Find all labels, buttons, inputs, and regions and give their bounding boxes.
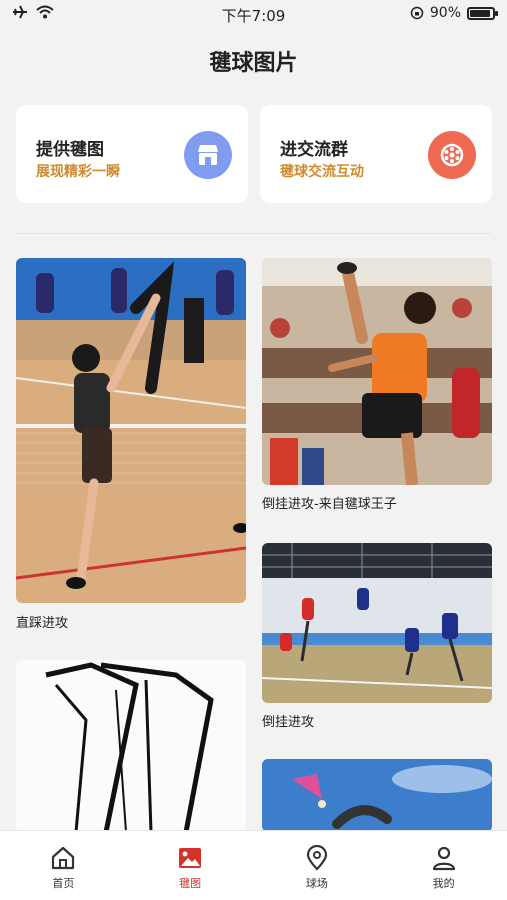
user-icon bbox=[432, 846, 455, 871]
store-icon bbox=[184, 131, 232, 179]
tab-home[interactable]: 首页 bbox=[0, 831, 127, 900]
group-icon bbox=[428, 131, 476, 179]
join-group-card[interactable]: 进交流群 毽球交流互动 bbox=[260, 105, 492, 203]
card-subtitle: 毽球交流互动 bbox=[280, 164, 364, 180]
divider bbox=[16, 233, 491, 234]
photo-overhead-attack[interactable] bbox=[262, 543, 492, 703]
status-bar: 下午7:09 90% bbox=[0, 0, 507, 28]
tab-label: 首页 bbox=[52, 877, 75, 890]
photo-caption: 倒挂进攻 bbox=[262, 715, 315, 730]
status-right: 90% bbox=[410, 5, 498, 21]
tab-images[interactable]: 毽图 bbox=[127, 831, 254, 900]
battery-fill bbox=[470, 9, 490, 17]
card-title: 进交流群 bbox=[280, 140, 348, 160]
tab-profile[interactable]: 我的 bbox=[380, 831, 507, 900]
card-subtitle: 展现精彩一瞬 bbox=[36, 164, 120, 180]
tab-label: 我的 bbox=[432, 877, 455, 890]
tab-bar: 首页 毽图 球场 我的 bbox=[0, 830, 507, 900]
location-pin-icon bbox=[306, 845, 327, 871]
photo-sky-shuttlecock[interactable] bbox=[262, 759, 492, 832]
photo-caption: 直踩进攻 bbox=[16, 616, 69, 631]
home-icon bbox=[52, 846, 75, 870]
page-title: 毽球图片 bbox=[209, 51, 298, 76]
photo-direct-attack[interactable] bbox=[16, 258, 246, 603]
tab-label: 毽图 bbox=[179, 877, 202, 890]
orientation-lock-icon bbox=[410, 6, 424, 20]
photo-caption: 倒挂进攻-来自毽球王子 bbox=[262, 497, 397, 512]
tab-courts[interactable]: 球场 bbox=[254, 831, 381, 900]
provide-image-card[interactable]: 提供毽图 展现精彩一瞬 bbox=[16, 105, 248, 203]
tab-label: 球场 bbox=[305, 877, 328, 890]
photo-overhead-attack-king[interactable] bbox=[262, 258, 492, 485]
card-title: 提供毽图 bbox=[36, 140, 104, 160]
battery-icon bbox=[467, 6, 498, 20]
photo-shuttlecock-sketch[interactable] bbox=[16, 660, 246, 832]
image-icon bbox=[179, 848, 202, 868]
battery-percent: 90% bbox=[429, 5, 461, 21]
